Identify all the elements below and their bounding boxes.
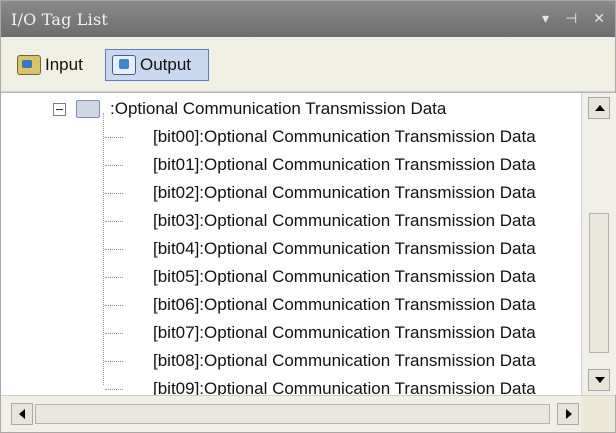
- tree-connector: [105, 137, 123, 139]
- tree-connector: [105, 165, 123, 167]
- vertical-scrollbar[interactable]: [581, 93, 616, 395]
- horizontal-scrollbar[interactable]: [1, 395, 615, 432]
- tree-item[interactable]: [bit02]:Optional Communication Transmiss…: [153, 179, 536, 207]
- tree-content: :Optional Communication Transmission Dat…: [1, 93, 581, 395]
- io-tag-list-panel: I/O Tag List ▾ ⊣ ✕ Input Output :Optiona…: [0, 0, 616, 433]
- panel-titlebar: I/O Tag List ▾ ⊣ ✕: [1, 1, 615, 37]
- tree-item[interactable]: [bit05]:Optional Communication Transmiss…: [153, 263, 536, 291]
- input-label: Input: [45, 55, 83, 74]
- tree-item[interactable]: [bit09]:Optional Communication Transmiss…: [153, 375, 536, 395]
- tree-item[interactable]: [bit03]:Optional Communication Transmiss…: [153, 207, 536, 235]
- tree-item[interactable]: [bit00]:Optional Communication Transmiss…: [153, 123, 536, 151]
- input-button[interactable]: Input: [11, 49, 103, 81]
- close-icon[interactable]: ✕: [593, 10, 605, 27]
- collapse-icon[interactable]: [53, 102, 66, 116]
- tree-root-node[interactable]: :Optional Communication Transmission Dat…: [53, 95, 446, 123]
- tree-connector: [105, 389, 123, 391]
- tree-connector: [105, 361, 123, 363]
- tree-item[interactable]: [bit01]:Optional Communication Transmiss…: [153, 151, 536, 179]
- tree-connector: [105, 277, 123, 279]
- input-icon: [17, 55, 41, 75]
- tree-connector: [105, 221, 123, 223]
- toolbar: Input Output: [1, 37, 615, 92]
- vertical-scroll-thumb[interactable]: [589, 213, 609, 353]
- tree-item[interactable]: [bit06]:Optional Communication Transmiss…: [153, 291, 536, 319]
- output-button[interactable]: Output: [105, 49, 209, 81]
- tree-connector: [105, 333, 123, 335]
- scroll-down-icon[interactable]: [588, 369, 610, 391]
- tree-connector: [105, 305, 123, 307]
- tree-item[interactable]: [bit04]:Optional Communication Transmiss…: [153, 235, 536, 263]
- folder-icon: [76, 100, 100, 118]
- output-icon: [112, 55, 136, 75]
- tree-connector: [105, 249, 123, 251]
- scroll-left-icon[interactable]: [11, 403, 33, 425]
- dropdown-icon[interactable]: ▾: [542, 10, 549, 27]
- tree-connector: [105, 193, 123, 195]
- tree-item[interactable]: [bit07]:Optional Communication Transmiss…: [153, 319, 536, 347]
- output-label: Output: [140, 55, 192, 74]
- scroll-right-icon[interactable]: [557, 403, 579, 425]
- titlebar-icons: ▾ ⊣ ✕: [542, 10, 605, 27]
- horizontal-scroll-thumb[interactable]: [35, 404, 550, 424]
- tree-view: :Optional Communication Transmission Dat…: [1, 92, 616, 395]
- tree-root-label: :Optional Communication Transmission Dat…: [110, 99, 447, 118]
- pin-icon[interactable]: ⊣: [565, 10, 577, 27]
- tree-item[interactable]: [bit08]:Optional Communication Transmiss…: [153, 347, 536, 375]
- scrollbar-corner: [581, 396, 615, 432]
- scroll-up-icon[interactable]: [588, 97, 610, 119]
- panel-title: I/O Tag List: [11, 10, 108, 29]
